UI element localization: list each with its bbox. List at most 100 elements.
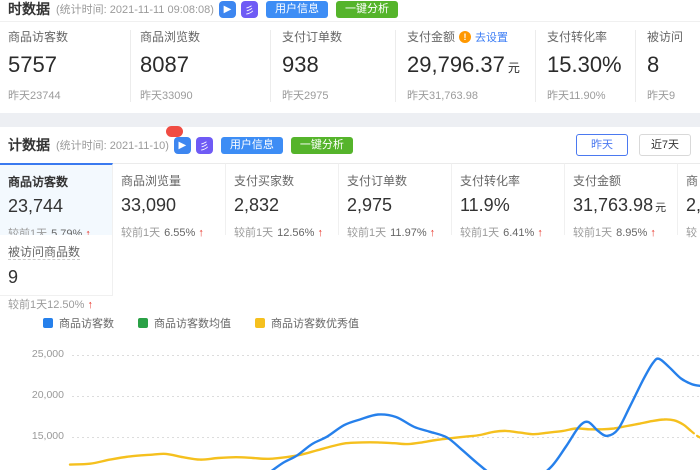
metric-value: 29,796.37 元 <box>407 52 520 77</box>
realtime-time-note: (统计时间: 2021-11-11 09:08:08) <box>56 4 214 16</box>
tab-yesterday[interactable]: 昨天 <box>576 134 628 156</box>
metric-tab-visitors[interactable]: 商品访客数 23,744 较前1天 5.79% ↑ <box>0 163 113 240</box>
legend-label: 商品访客数优秀值 <box>271 318 359 330</box>
metric-label: 被访问商品数 <box>8 245 81 260</box>
legend-label: 商品访客数均值 <box>154 318 231 330</box>
metric-label: 支付转化率 <box>547 30 608 44</box>
up-arrow-icon: ↑ <box>87 299 93 311</box>
up-arrow-icon: ↑ <box>429 227 436 239</box>
metric-compare: 较前1天 8.95% ↑ <box>573 227 656 239</box>
divider <box>635 30 636 102</box>
metric-yesterday: 昨天2975 <box>282 90 329 102</box>
metric-value: 31,763.98 元 <box>573 195 667 215</box>
metric-compare: 较前1天12.50% ↑ <box>8 299 93 311</box>
metric-yesterday: 昨天23744 <box>8 90 61 102</box>
dingtalk-app-icon[interactable]: ▶ <box>218 0 236 18</box>
metric-yesterday: 昨天33090 <box>140 90 193 102</box>
metric-yesterday: 昨天11.90% <box>547 90 606 102</box>
metric-compare: 较前1天 12.56% ↑ <box>234 227 323 239</box>
metric-value: 33,090 <box>121 195 177 215</box>
divider <box>535 30 536 102</box>
unit-label: 元 <box>655 202 667 214</box>
metric-tab-conversion[interactable]: 支付转化率 11.9% 较前1天 6.41% ↑ <box>452 163 565 239</box>
legend-label: 商品访客数 <box>59 318 114 330</box>
metric-compare: 较前1天 6.41% ↑ <box>460 227 543 239</box>
metric-card-pageviews[interactable]: 商品浏览数 8087 昨天33090 <box>140 28 200 103</box>
metric-yesterday: 昨天31,763.98 <box>407 90 478 102</box>
divider <box>395 30 396 102</box>
metric-card-orders[interactable]: 支付订单数 938 昨天2975 <box>282 28 342 103</box>
metric-label: 商品浏览量 <box>121 174 182 188</box>
metric-label: 支付金额 ! 去设置 <box>407 28 520 45</box>
line-chart <box>68 355 700 470</box>
legend-item-excellent[interactable]: 商品访客数优秀值 <box>255 315 359 331</box>
metric-value: 2,832 <box>234 195 280 215</box>
legend-swatch-green <box>138 318 148 328</box>
go-setup-link[interactable]: 去设置 <box>475 29 508 45</box>
metric-card-visitors[interactable]: 商品访客数 5757 昨天23744 <box>8 28 68 103</box>
metric-label: 商 <box>686 174 699 188</box>
dingtalk-app-icon[interactable]: ▶ <box>173 136 191 154</box>
realtime-header: 时数据 (统计时间: 2021-11-11 09:08:08) ▶ 彡 用户信息… <box>0 0 700 22</box>
user-info-button[interactable]: 用户信息 <box>220 136 283 154</box>
unit-label: 元 <box>507 61 520 75</box>
up-arrow-icon: ↑ <box>317 227 323 239</box>
metric-value: 11.9% <box>460 195 510 215</box>
metric-value: 23,744 <box>8 196 64 216</box>
up-arrow-icon: ↑ <box>198 227 204 239</box>
metric-label: 商品浏览数 <box>140 30 201 44</box>
one-click-analyze-button[interactable]: 一键分析 <box>290 136 353 154</box>
metric-tab-payment[interactable]: 支付金额 31,763.98 元 较前1天 8.95% ↑ <box>565 163 678 239</box>
metric-tab-visited-items[interactable]: 被访问商品数 9 较前1天12.50% ↑ <box>0 235 113 311</box>
chart-legend: 商品访客数 商品访客数均值 商品访客数优秀值 <box>43 315 383 331</box>
metric-label: 支付订单数 <box>282 30 343 44</box>
daily-title: 计数据 <box>8 137 50 153</box>
legend-item-average[interactable]: 商品访客数均值 <box>138 315 231 331</box>
metric-value: 2,975 <box>347 195 393 215</box>
metric-label-text: 支付金额 <box>407 30 456 44</box>
realtime-panel: 时数据 (统计时间: 2021-11-11 09:08:08) ▶ 彡 用户信息… <box>0 0 700 113</box>
one-click-analyze-button[interactable]: 一键分析 <box>335 0 398 18</box>
metric-card-payment[interactable]: 支付金额 ! 去设置 29,796.37 元 昨天31,763.98 <box>407 28 520 103</box>
excellent-line-forecast <box>688 429 700 439</box>
user-info-button[interactable]: 用户信息 <box>265 0 328 18</box>
metric-label: 支付订单数 <box>347 174 408 188</box>
divider <box>270 30 271 102</box>
realtime-title: 时数据 <box>8 1 50 17</box>
date-range-tabs: 昨天 近7天 <box>565 134 691 156</box>
metric-card-visited-items[interactable]: 被访问 8 昨天9 <box>647 28 683 103</box>
metric-label: 商品访客数 <box>8 30 69 44</box>
metric-label: 被访问 <box>647 30 684 44</box>
up-arrow-icon: ↑ <box>537 227 543 239</box>
metric-tab-buyers[interactable]: 支付买家数 2,832 较前1天 12.56% ↑ <box>226 163 339 239</box>
metric-tab-pageviews[interactable]: 商品浏览量 33,090 较前1天 6.55% ↑ <box>113 163 226 239</box>
legend-swatch-yellow <box>255 318 265 328</box>
legend-item-visitors[interactable]: 商品访客数 <box>43 315 114 331</box>
metric-label: 支付买家数 <box>234 174 295 188</box>
metric-compare: 较前1天 6.55% ↑ <box>121 227 204 239</box>
assistant-app-icon[interactable]: 彡 <box>195 136 213 154</box>
metric-value: 9 <box>8 267 19 287</box>
metric-value: 2, <box>686 195 700 215</box>
metric-label: 商品访客数 <box>8 175 69 189</box>
metric-label: 支付金额 <box>573 174 622 188</box>
metric-compare: 较 <box>686 227 697 239</box>
assistant-app-icon[interactable]: 彡 <box>240 0 258 18</box>
metric-yesterday: 昨天9 <box>647 90 676 102</box>
metric-value: 938 <box>282 52 319 77</box>
metric-tab-clipped[interactable]: 商 2, 较 <box>678 163 700 239</box>
tab-last7days[interactable]: 近7天 <box>639 134 691 156</box>
up-arrow-icon: ↑ <box>650 227 656 239</box>
visitors-line <box>270 357 700 470</box>
legend-swatch-blue <box>43 318 53 328</box>
excellent-line <box>68 418 692 466</box>
daily-time-note: (统计时间: 2021-11-10) <box>56 140 169 152</box>
daily-panel: 计数据 (统计时间: 2021-11-10) ▶ 彡 用户信息 一键分析 昨天 … <box>0 126 700 470</box>
metric-card-conversion[interactable]: 支付转化率 15.30% 昨天11.90% <box>547 28 622 103</box>
new-badge <box>166 126 183 137</box>
divider <box>130 30 131 102</box>
metric-value: 5757 <box>8 52 57 77</box>
metric-value: 15.30% <box>547 52 622 77</box>
metric-tab-orders[interactable]: 支付订单数 2,975 较前1天 11.97% ↑ <box>339 163 452 239</box>
metric-label: 支付转化率 <box>460 174 521 188</box>
